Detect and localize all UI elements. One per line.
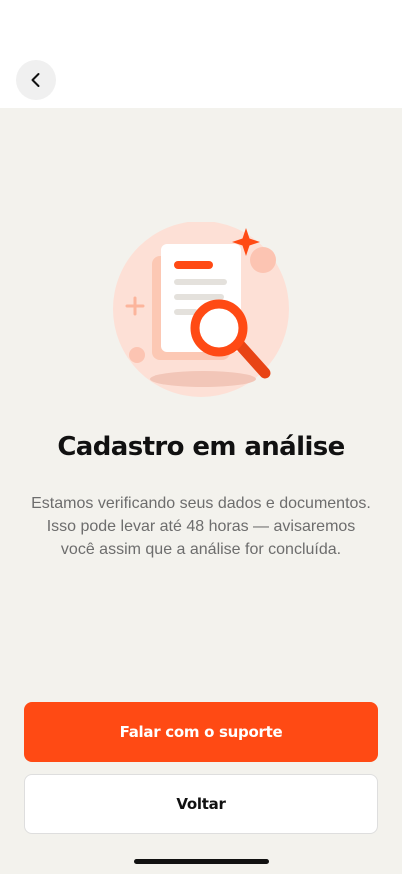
home-indicator [134,859,269,864]
document-line [174,279,227,285]
chevron-left-icon [31,73,40,87]
back-button[interactable] [16,60,56,100]
contact-support-button[interactable]: Falar com o suporte [24,702,378,762]
document-search-illustration [105,221,297,400]
page-title: Cadastro em análise [57,432,345,462]
page-description: Estamos verificando seus dados e documen… [31,495,371,558]
document-heading-line [174,261,213,269]
magnifier-lens [190,299,248,357]
top-bar [0,0,402,108]
decor-circle [129,347,145,363]
illustration-shadow [150,371,256,387]
decor-circle [250,247,276,273]
go-back-button[interactable]: Voltar [24,774,378,834]
document-line [174,294,224,300]
